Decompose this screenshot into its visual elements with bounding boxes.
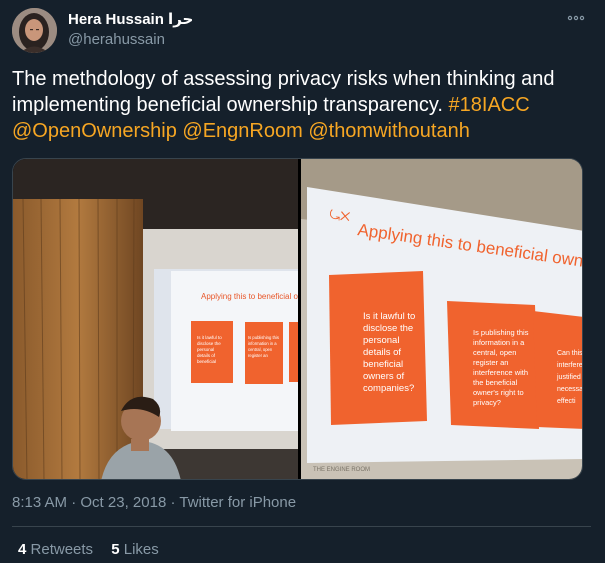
profile-photo — [12, 8, 57, 53]
mention-link[interactable]: @OpenOwnership — [12, 120, 177, 142]
svg-text:register an: register an — [473, 358, 508, 367]
svg-text:register an: register an — [248, 353, 268, 358]
svg-text:personal: personal — [197, 347, 214, 352]
svg-text:necessa: necessa — [557, 386, 583, 393]
svg-text:details of: details of — [197, 353, 216, 358]
svg-text:Can this: Can this — [557, 350, 583, 357]
svg-text:justified: justified — [556, 374, 581, 381]
svg-text:⤿✕: ⤿✕ — [329, 207, 351, 224]
svg-text:central, open: central, open — [248, 347, 273, 352]
svg-text:disclose the: disclose the — [197, 341, 221, 346]
svg-text:THE ENGINE ROOM: THE ENGINE ROOM — [313, 467, 370, 473]
svg-text:effecti: effecti — [557, 398, 576, 405]
svg-text:the beneficial: the beneficial — [473, 378, 518, 387]
svg-text:disclose the: disclose the — [363, 323, 413, 334]
svg-text:Is it lawful to: Is it lawful to — [363, 311, 415, 322]
svg-text:beneficial: beneficial — [363, 359, 403, 370]
tweet-date[interactable]: Oct 23, 2018 — [80, 494, 166, 511]
tweet-card: Hera Hussain حرا @herahussain The methdo… — [0, 0, 605, 563]
tweet-stats: 4 Retweets 5 Likes — [18, 541, 173, 558]
svg-text:Is publishing this: Is publishing this — [248, 335, 279, 340]
svg-text:details of: details of — [363, 347, 401, 358]
retweets-stat[interactable]: 4 Retweets — [18, 541, 93, 558]
user-handle[interactable]: @herahussain — [68, 31, 165, 48]
svg-text:personal: personal — [363, 335, 399, 346]
svg-text:beneficial: beneficial — [197, 359, 216, 364]
tweet-text: The methdology of assessing privacy risk… — [12, 66, 597, 144]
media-photo-right[interactable]: ⤿✕ Applying this to beneficial ownership… — [301, 159, 583, 479]
tweet-source[interactable]: Twitter for iPhone — [179, 494, 296, 511]
svg-text:information in a: information in a — [248, 341, 277, 346]
svg-text:information in a: information in a — [473, 338, 525, 347]
svg-text:interference with: interference with — [473, 368, 528, 377]
svg-text:interference: interference — [557, 362, 583, 369]
svg-text:central, open: central, open — [473, 348, 516, 357]
tweet-media[interactable]: Applying this to beneficial ownersh Is i… — [12, 158, 583, 480]
divider — [12, 526, 591, 527]
more-horizontal-icon[interactable] — [566, 10, 586, 26]
tweet-time[interactable]: 8:13 AM — [12, 494, 67, 511]
mention-link[interactable]: @thomwithoutanh — [308, 120, 470, 142]
likes-stat[interactable]: 5 Likes — [111, 541, 159, 558]
svg-text:owner's right to: owner's right to — [473, 388, 524, 397]
slide-title-small: Applying this to beneficial ownersh — [201, 292, 298, 301]
display-name[interactable]: Hera Hussain حرا — [68, 10, 193, 28]
media-photo-left[interactable]: Applying this to beneficial ownersh Is i… — [13, 159, 298, 479]
svg-text:companies?: companies? — [363, 383, 414, 394]
svg-text:owners of: owners of — [363, 371, 405, 382]
hashtag-link[interactable]: #18IACC — [449, 94, 530, 116]
tweet-meta: 8:13 AM · Oct 23, 2018 · Twitter for iPh… — [12, 494, 297, 511]
svg-text:Is publishing this: Is publishing this — [473, 328, 529, 337]
svg-text:privacy?: privacy? — [473, 398, 501, 407]
svg-text:Is it lawful to: Is it lawful to — [197, 335, 222, 340]
mention-link[interactable]: @EngnRoom — [182, 120, 302, 142]
avatar[interactable] — [12, 8, 57, 53]
